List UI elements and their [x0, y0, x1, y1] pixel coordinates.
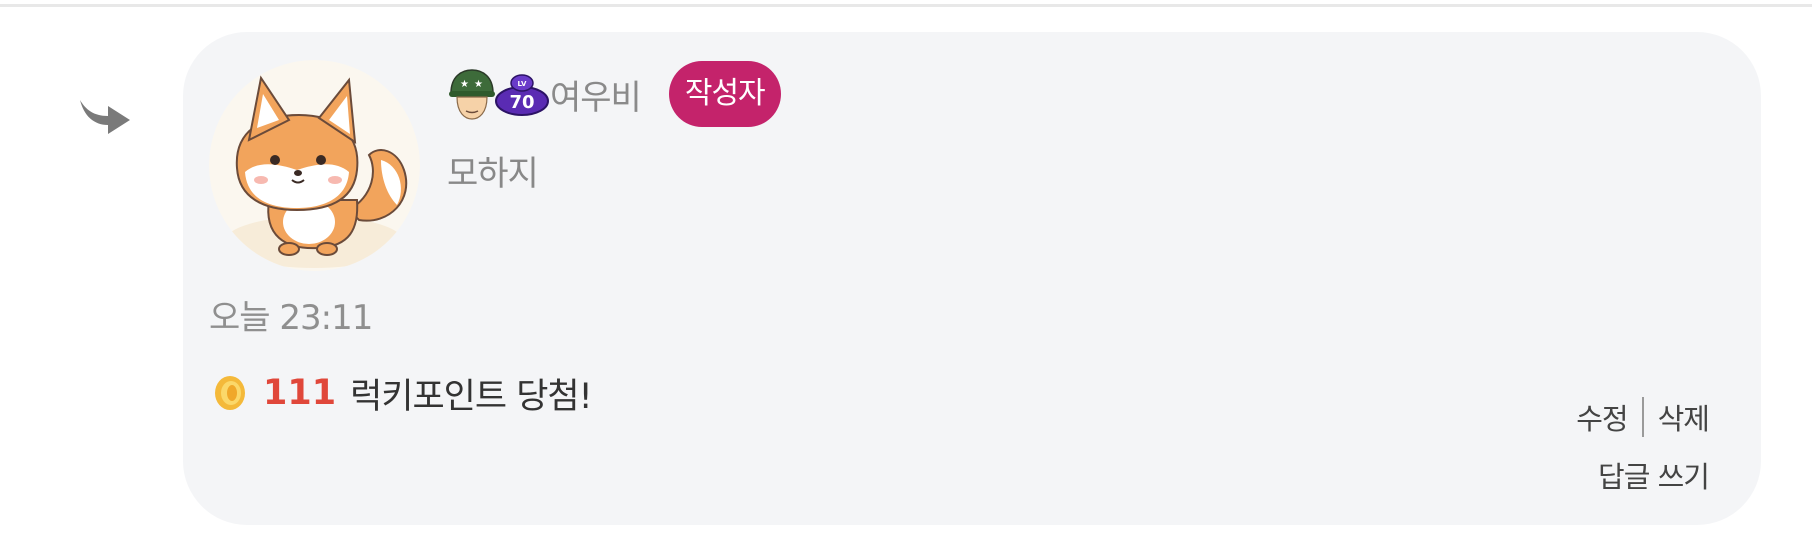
coin-icon — [215, 376, 245, 410]
fox-avatar-icon — [209, 60, 420, 271]
author-nickname[interactable]: 여우비 — [550, 70, 642, 119]
level-70-badge-icon: LV 70 — [495, 74, 549, 116]
timestamp: 오늘 23:11 — [209, 298, 373, 338]
lucky-points-text: 럭키포인트 당첨! — [350, 376, 593, 417]
svg-text:★: ★ — [460, 79, 469, 90]
reply-arrow-icon — [80, 100, 130, 134]
status-message: 모하지 — [447, 154, 539, 194]
soldier-helmet-icon: ★ ★ — [449, 69, 495, 120]
edit-button[interactable]: 수정 — [1576, 396, 1628, 438]
author-row: ★ ★ LV 70 여우비 작성자 — [447, 58, 781, 130]
author-badge: 작성자 — [668, 61, 781, 127]
lucky-points-value: 111 — [263, 373, 337, 413]
top-divider — [0, 4, 1812, 7]
svg-text:LV: LV — [518, 80, 527, 88]
delete-button[interactable]: 삭제 — [1658, 396, 1710, 438]
level-number: 70 — [509, 92, 534, 113]
comment-actions: 수정 삭제 — [1576, 396, 1710, 438]
write-reply-button[interactable]: 답글 쓰기 — [1598, 454, 1710, 496]
lucky-point-message: 111 럭키포인트 당첨! — [213, 370, 593, 417]
svg-text:★: ★ — [474, 79, 483, 90]
avatar[interactable] — [209, 60, 420, 271]
action-divider — [1641, 397, 1644, 437]
comment-card — [183, 32, 1761, 525]
